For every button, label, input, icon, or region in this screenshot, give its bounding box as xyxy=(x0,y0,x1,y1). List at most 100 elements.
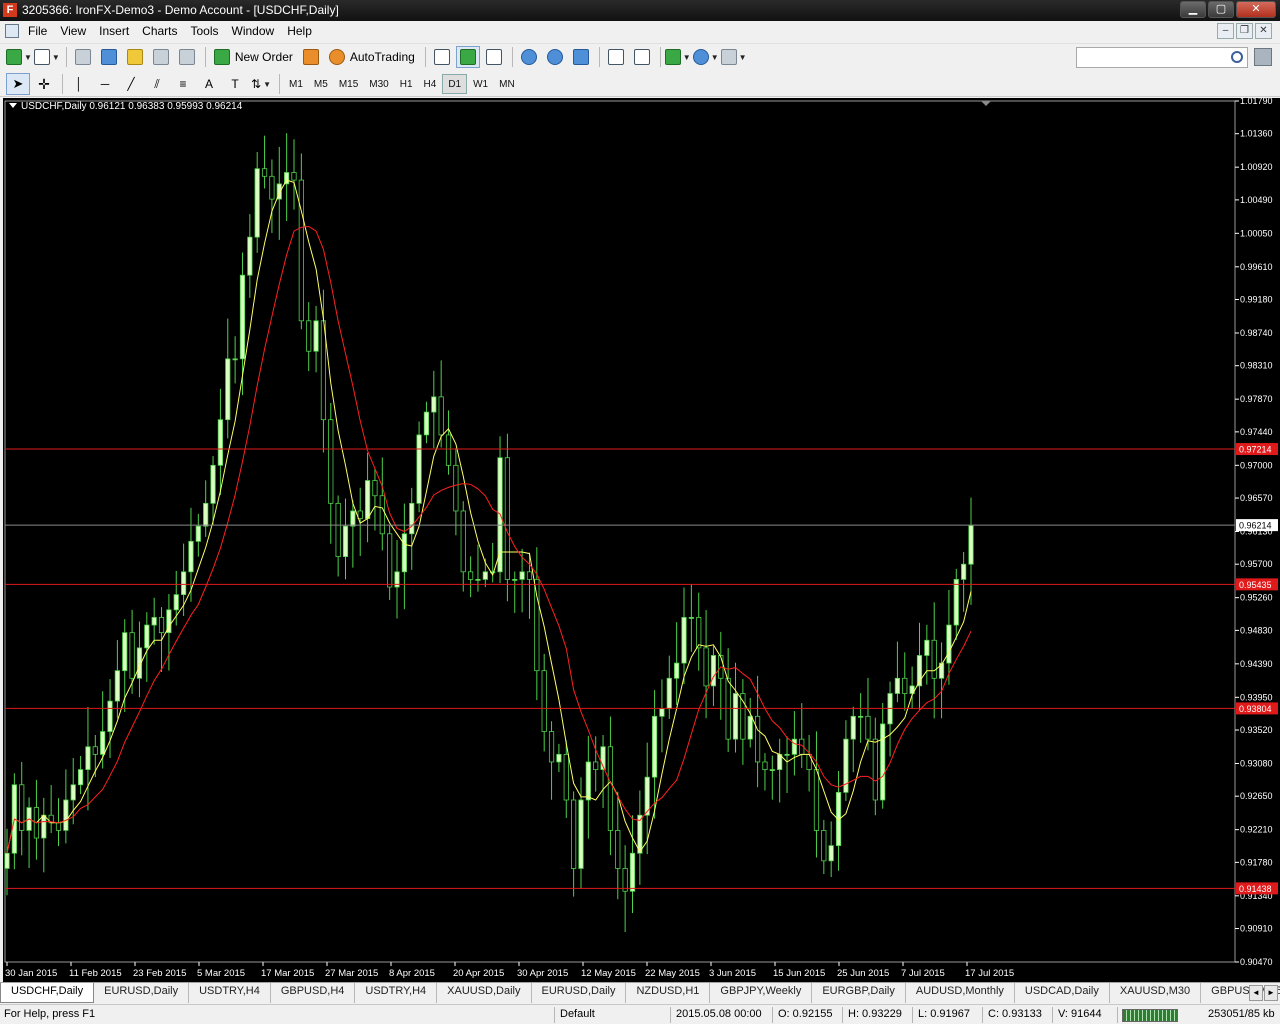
metaeditor-button[interactable] xyxy=(299,46,323,68)
tab-eurgbp-daily[interactable]: EURGBP,Daily xyxy=(812,983,906,1003)
y-tick-label: 0.97440 xyxy=(1240,427,1273,437)
timeframe-mn[interactable]: MN xyxy=(494,74,520,94)
timeframe-w1[interactable]: W1 xyxy=(468,74,493,94)
fibonacci-button[interactable]: ≡ xyxy=(171,73,195,95)
new-order-button[interactable]: New Order xyxy=(210,46,297,68)
vertical-line-button[interactable]: │ xyxy=(67,73,91,95)
tab-usdchf-daily[interactable]: USDCHF,Daily xyxy=(0,983,95,1003)
data-window-button[interactable] xyxy=(97,46,121,68)
menu-tools[interactable]: Tools xyxy=(189,21,228,42)
x-tick-label: 12 May 2015 xyxy=(581,968,636,979)
terminal-icon xyxy=(152,49,169,65)
bear-candle xyxy=(158,617,165,634)
timeframe-m30[interactable]: M30 xyxy=(364,74,393,94)
maximize-button[interactable]: ▢ xyxy=(1208,1,1234,18)
terminal-button[interactable] xyxy=(149,46,173,68)
cursor-button[interactable]: ➤ xyxy=(6,73,30,95)
tab-gbpjpy-weekly[interactable]: GBPJPY,Weekly xyxy=(710,983,813,1003)
y-tick-label: 0.98310 xyxy=(1240,361,1273,371)
tab-nzdusd-h1[interactable]: NZDUSD,H1 xyxy=(626,983,711,1003)
menu-help[interactable]: Help xyxy=(285,21,321,42)
tab-usdcad-daily[interactable]: USDCAD,Daily xyxy=(1015,983,1110,1003)
chart-shift-marker-icon xyxy=(981,101,991,106)
equidistant-channel-button[interactable]: ⫽ xyxy=(145,73,169,95)
tab-usdtry-h4[interactable]: USDTRY,H4 xyxy=(189,983,271,1003)
bull-candle xyxy=(710,655,717,687)
profile-name[interactable]: Default xyxy=(560,1008,595,1020)
minimize-button[interactable]: ▁ xyxy=(1180,1,1206,18)
bull-candle xyxy=(629,852,636,892)
timeframe-m5[interactable]: M5 xyxy=(309,74,333,94)
chart-canvas[interactable]: 1.01790 1.01360 1.00920 1.00490 1.00050 0.996… xyxy=(3,96,1280,982)
bear-candle xyxy=(19,784,25,831)
navigator-button[interactable] xyxy=(123,46,147,68)
tab-scroll-left-icon[interactable]: ◄ xyxy=(1249,985,1263,1001)
auto-scroll-button[interactable] xyxy=(630,46,654,68)
timeframe-m15[interactable]: M15 xyxy=(334,74,363,94)
timeframe-h4[interactable]: H4 xyxy=(419,74,442,94)
close-button[interactable]: ✕ xyxy=(1236,1,1276,18)
menu-view[interactable]: View xyxy=(58,21,95,42)
y-tick-label: 0.99610 xyxy=(1240,262,1273,272)
trendline-button[interactable]: ╱ xyxy=(119,73,143,95)
tab-xauusd-m30[interactable]: XAUUSD,M30 xyxy=(1110,983,1202,1003)
candlestick-button[interactable] xyxy=(455,46,480,68)
bull-candle xyxy=(946,624,952,664)
tab-usdtry-h4-2[interactable]: USDTRY,H4 xyxy=(355,983,438,1003)
bull-candle xyxy=(85,746,91,770)
document-icon[interactable] xyxy=(5,24,19,38)
search-input[interactable] xyxy=(1077,48,1227,67)
child-close-button[interactable]: ✕ xyxy=(1255,23,1272,39)
search-icon[interactable] xyxy=(1231,51,1243,63)
templates-icon xyxy=(720,49,737,65)
chart-menu-icon[interactable] xyxy=(9,103,17,108)
crosshair-button[interactable]: ✛ xyxy=(32,73,56,95)
tab-eurusd-daily[interactable]: EURUSD,Daily xyxy=(94,983,190,1003)
bear-candle xyxy=(306,320,312,352)
child-restore-button[interactable]: ❐ xyxy=(1236,23,1253,39)
y-tick-label: 0.93080 xyxy=(1240,758,1273,768)
child-minimize-button[interactable]: – xyxy=(1217,23,1234,39)
x-tick-label: 25 Jun 2015 xyxy=(837,968,889,979)
clock-icon xyxy=(692,49,709,65)
autotrading-button[interactable]: AutoTrading xyxy=(325,46,419,68)
menu-window[interactable]: Window xyxy=(230,21,284,42)
zoom-out-button[interactable] xyxy=(543,46,567,68)
tab-eurusd-daily-2[interactable]: EURUSD,Daily xyxy=(532,983,627,1003)
text-tool-icon: A xyxy=(204,77,213,91)
market-watch-button[interactable] xyxy=(71,46,95,68)
messages-icon[interactable] xyxy=(1254,48,1272,66)
tab-audusd-monthly[interactable]: AUDUSD,Monthly xyxy=(906,983,1015,1003)
x-tick-label: 22 May 2015 xyxy=(645,968,700,979)
menu-file[interactable]: File xyxy=(26,21,56,42)
text-button[interactable]: A xyxy=(197,73,221,95)
bar-volume: V: 91644 xyxy=(1058,1008,1102,1020)
title-bar: F 3205366: IronFX-Demo3 - Demo Account -… xyxy=(0,0,1280,21)
tab-gbpusd-h4[interactable]: GBPUSD,H4 xyxy=(271,983,356,1003)
tile-windows-button[interactable] xyxy=(569,46,593,68)
search-box[interactable] xyxy=(1076,47,1248,68)
chart-shift-button[interactable] xyxy=(604,46,628,68)
timeframe-h1[interactable]: H1 xyxy=(395,74,418,94)
bar-chart-button[interactable] xyxy=(430,46,454,68)
arrows-button[interactable]: ⇅ ▼ xyxy=(249,73,273,95)
tab-scroll-right-icon[interactable]: ► xyxy=(1264,985,1278,1001)
price-chart[interactable]: 1.01790 1.01360 1.00920 1.00490 1.00050 0.996… xyxy=(3,96,1280,982)
timeframe-m1[interactable]: M1 xyxy=(284,74,308,94)
menu-charts[interactable]: Charts xyxy=(140,21,186,42)
menu-insert[interactable]: Insert xyxy=(97,21,138,42)
periods-button[interactable]: ▼ xyxy=(692,46,719,68)
profiles-button[interactable]: ▼ xyxy=(33,46,60,68)
horizontal-line-button[interactable]: ─ xyxy=(93,73,117,95)
indicators-button[interactable]: ▼ xyxy=(664,46,691,68)
timeframe-d1[interactable]: D1 xyxy=(442,74,468,94)
zoom-in-button[interactable] xyxy=(517,46,541,68)
strategy-tester-button[interactable] xyxy=(175,46,199,68)
line-chart-button[interactable] xyxy=(482,46,506,68)
text-label-button[interactable]: T xyxy=(223,73,247,95)
templates-button[interactable]: ▼ xyxy=(720,46,747,68)
bear-candle xyxy=(129,632,135,679)
tab-xauusd-daily[interactable]: XAUUSD,Daily xyxy=(437,983,532,1003)
new-chart-button[interactable]: ▼ xyxy=(6,46,32,68)
connection-status-icon[interactable] xyxy=(1122,1009,1178,1022)
